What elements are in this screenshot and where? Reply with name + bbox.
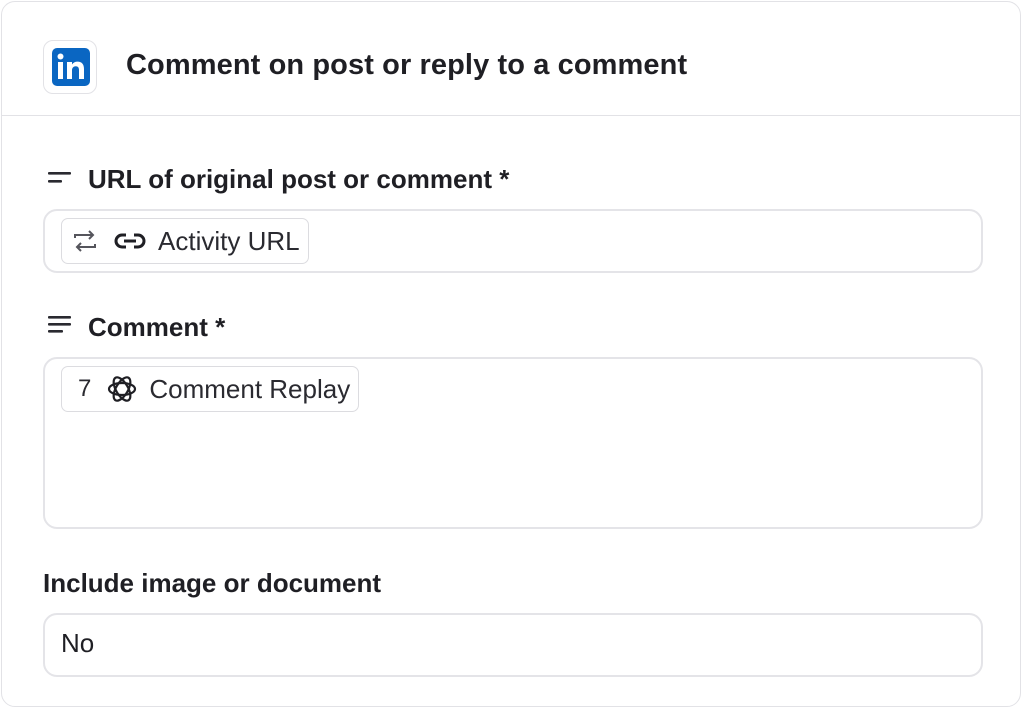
short-text-icon [48, 172, 71, 183]
token-label: Comment Replay [149, 373, 351, 404]
long-text-icon [48, 316, 71, 333]
action-title: Comment on post or reply to a comment [126, 49, 688, 81]
url-field-label: URL of original post or comment * [88, 164, 510, 194]
app-icon-tile [43, 40, 97, 94]
include-media-select[interactable]: No [43, 613, 983, 677]
include-media-label: Include image or document [43, 568, 382, 598]
comment-field-label: Comment * [88, 312, 226, 342]
linkedin-icon [52, 48, 90, 86]
include-media-value: No [61, 628, 95, 658]
token-label: Activity URL [158, 225, 300, 256]
comment-textarea[interactable]: 7 Comment Replay [43, 357, 983, 529]
loop-icon [74, 230, 96, 252]
activity-url-token[interactable]: Activity URL [61, 218, 309, 264]
openai-icon [108, 376, 137, 402]
comment-replay-token[interactable]: 7 Comment Replay [61, 366, 360, 412]
link-icon [114, 233, 146, 249]
step-number: 7 [78, 375, 92, 402]
url-input[interactable]: Activity URL [43, 209, 983, 273]
action-card: Comment on post or reply to a comment UR… [1, 1, 1021, 707]
card-header: Comment on post or reply to a comment [2, 2, 1020, 116]
